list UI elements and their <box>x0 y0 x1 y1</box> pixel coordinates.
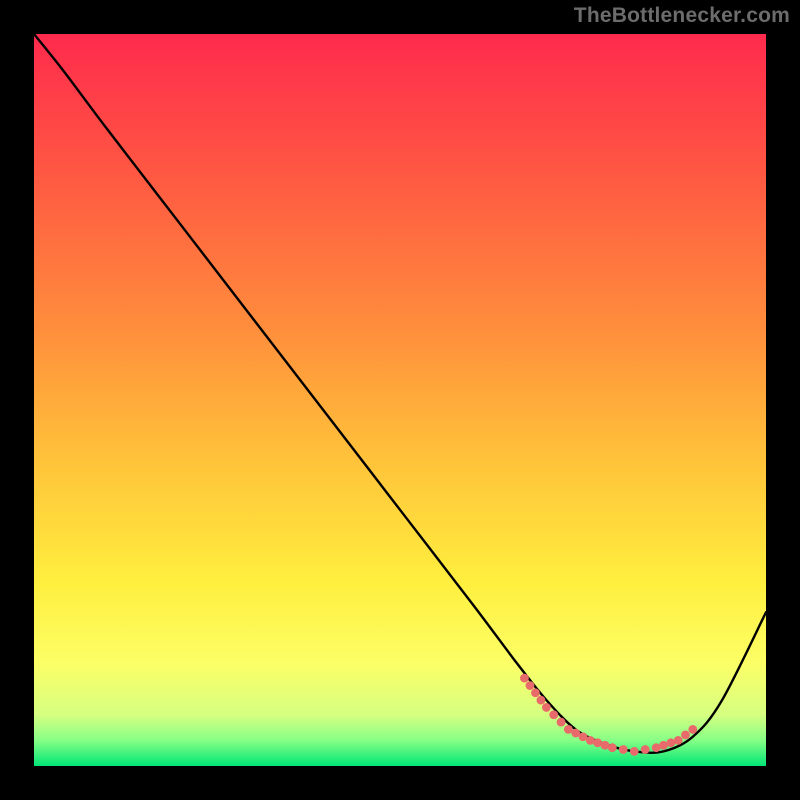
highlight-dot <box>531 688 540 697</box>
highlight-dot <box>549 710 558 719</box>
highlight-dot <box>674 736 683 745</box>
highlight-dot <box>542 703 551 712</box>
highlight-dot <box>537 696 546 705</box>
highlight-dot <box>526 681 535 690</box>
highlight-dot <box>688 725 697 734</box>
highlight-dot <box>619 745 628 754</box>
plot-area <box>34 34 766 766</box>
highlight-dot <box>608 743 617 752</box>
chart-frame: TheBottlenecker.com <box>0 0 800 800</box>
highlight-dot <box>557 718 566 727</box>
gradient-background <box>34 34 766 766</box>
highlight-dot <box>520 674 529 683</box>
highlight-dot <box>641 745 650 754</box>
highlight-dot <box>630 747 639 756</box>
watermark-text: TheBottlenecker.com <box>574 4 790 28</box>
highlight-dot <box>681 730 690 739</box>
chart-svg <box>34 34 766 766</box>
